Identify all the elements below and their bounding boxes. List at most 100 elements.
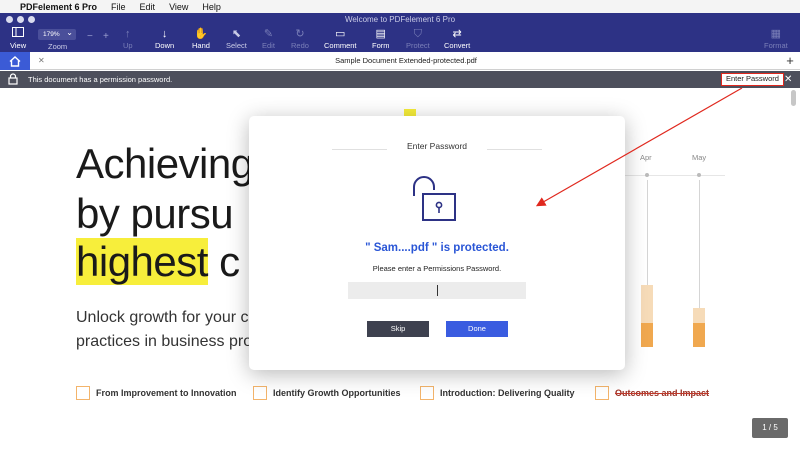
- redo-tool[interactable]: ↻ Redo: [291, 26, 309, 52]
- bar-may-light: [693, 308, 705, 323]
- password-instruction: Please enter a Permissions Password.: [372, 264, 502, 273]
- permission-notice-bar: This document has a permission password.…: [0, 71, 800, 88]
- close-tab-icon[interactable]: ✕: [38, 52, 45, 70]
- comment-tool-label: Comment: [324, 41, 357, 50]
- window-title: Welcome to PDFelement 6 Pro: [344, 15, 456, 24]
- feature-quality: Introduction: Delivering Quality: [420, 386, 575, 400]
- format-icon: ▦: [770, 28, 782, 40]
- form-tool-label: Form: [372, 41, 390, 50]
- protected-message: " Sam....pdf " is protected.: [365, 242, 509, 254]
- page-indicator: 1 / 5: [752, 418, 788, 438]
- mac-menubar: PDFelement 6 Pro File Edit View Help: [0, 0, 800, 13]
- hand-icon: ✋: [194, 28, 208, 40]
- month-label-may: May: [692, 153, 707, 162]
- heading-line-3-rest: c: [207, 238, 240, 285]
- up-tool-label: Up: [123, 41, 133, 50]
- edit-tool-label: Edit: [262, 41, 275, 50]
- feature-label-3: Introduction: Delivering Quality: [440, 388, 575, 398]
- timeline-axis: [625, 175, 725, 176]
- unlocked-padlock-icon: [411, 174, 463, 229]
- timeline-dot-may: [697, 173, 701, 177]
- hand-tool[interactable]: ✋ Hand: [192, 26, 210, 52]
- skip-button[interactable]: Skip: [367, 321, 429, 337]
- enter-password-button[interactable]: Enter Password: [721, 73, 784, 86]
- comment-tool[interactable]: ▭ Comment: [324, 26, 357, 52]
- cursor-icon: ⬉: [231, 28, 242, 40]
- arrow-down-icon: ↓: [161, 28, 168, 40]
- zoom-label: Zoom: [48, 42, 68, 51]
- feature-improvement: From Improvement to Innovation: [76, 386, 237, 400]
- document-tab-title: Sample Document Extended-protected.pdf: [335, 56, 477, 65]
- redo-tool-label: Redo: [291, 41, 309, 50]
- feature-label-4: Outcomes and Impact: [615, 388, 710, 398]
- feature-growth: Identify Growth Opportunities: [253, 386, 401, 400]
- minimize-window-button[interactable]: [17, 16, 24, 23]
- arrow-up-icon: ↑: [125, 28, 131, 40]
- permission-message: This document has a permission password.: [28, 75, 173, 84]
- close-notice-button[interactable]: ✕: [784, 71, 792, 88]
- grid-box-icon: [420, 386, 434, 400]
- convert-icon: ⇄: [452, 28, 462, 40]
- bar-apr-light: [641, 285, 653, 323]
- dialog-title: Enter Password: [407, 141, 467, 151]
- heading-line-1: Achieving: [76, 140, 254, 187]
- down-tool[interactable]: ↓ Down: [155, 26, 174, 52]
- vertical-scrollbar[interactable]: [791, 90, 796, 448]
- form-icon: ▤: [375, 28, 386, 40]
- protect-icon: ⛉: [413, 28, 422, 40]
- new-tab-button[interactable]: +: [782, 52, 798, 70]
- up-tool[interactable]: ↑ Up: [123, 26, 133, 52]
- select-tool[interactable]: ⬉ Select: [226, 26, 247, 52]
- feature-outcomes: Outcomes and Impact: [595, 386, 709, 400]
- edit-tool[interactable]: ✎ Edit: [262, 26, 275, 52]
- zoom-select[interactable]: 179%: [38, 27, 76, 40]
- timeline-stem-may: [699, 180, 700, 308]
- zoom-in-button[interactable]: +: [103, 31, 109, 42]
- window-controls: [6, 16, 35, 23]
- month-label-apr: Apr: [640, 153, 652, 162]
- menu-app-name[interactable]: PDFelement 6 Pro: [20, 2, 97, 12]
- convert-tool[interactable]: ⇄ Convert: [444, 26, 470, 52]
- redo-icon: ↻: [295, 28, 305, 40]
- form-tool[interactable]: ▤ Form: [372, 26, 390, 52]
- feature-label-1: From Improvement to Innovation: [96, 388, 237, 398]
- home-icon: [9, 55, 21, 67]
- zoom-out-button[interactable]: −: [87, 31, 93, 42]
- subtext-line-1: Unlock growth for your co: [76, 309, 258, 326]
- menu-help[interactable]: Help: [202, 2, 221, 12]
- timeline-dot-apr: [645, 173, 649, 177]
- view-tool[interactable]: View: [10, 26, 26, 52]
- feature-label-2: Identify Growth Opportunities: [273, 388, 401, 398]
- diagonal-box-icon: [76, 386, 90, 400]
- main-toolbar: View 179% Zoom − + ↑ Up ↓ Down ✋ Hand ⬉ …: [0, 26, 800, 52]
- scrollbar-thumb[interactable]: [791, 90, 796, 106]
- hand-tool-label: Hand: [192, 41, 210, 50]
- convert-tool-label: Convert: [444, 41, 471, 50]
- document-tab[interactable]: ✕ Sample Document Extended-protected.pdf: [30, 52, 782, 70]
- format-tool[interactable]: ▦ Format: [764, 26, 788, 52]
- heading-line-3: highest c: [76, 238, 240, 286]
- zoom-window-button[interactable]: [28, 16, 35, 23]
- subtext-line-2: practices in business proc: [76, 333, 261, 350]
- edit-icon: ✎: [263, 28, 274, 40]
- down-tool-label: Down: [155, 41, 175, 50]
- view-tool-label: View: [10, 41, 27, 50]
- menu-view[interactable]: View: [169, 2, 188, 12]
- window-titlebar: Welcome to PDFelement 6 Pro: [0, 13, 800, 26]
- protect-tool-label: Protect: [406, 41, 430, 50]
- columns-box-icon: [595, 386, 609, 400]
- close-window-button[interactable]: [6, 16, 13, 23]
- done-button[interactable]: Done: [446, 321, 508, 337]
- menu-file[interactable]: File: [111, 2, 126, 12]
- menu-edit[interactable]: Edit: [140, 2, 156, 12]
- format-tool-label: Format: [764, 41, 788, 50]
- select-tool-label: Select: [226, 41, 247, 50]
- grid-box-icon: [253, 386, 267, 400]
- bar-apr-dark: [641, 323, 653, 347]
- home-tab[interactable]: [0, 52, 30, 70]
- enter-password-dialog: Enter Password " Sam....pdf " is protect…: [249, 116, 625, 370]
- text-caret: [437, 285, 438, 296]
- protect-tool[interactable]: ⛉ Protect: [406, 26, 430, 52]
- heading-line-2: by pursu: [76, 190, 234, 237]
- highlighted-word: highest: [76, 238, 208, 285]
